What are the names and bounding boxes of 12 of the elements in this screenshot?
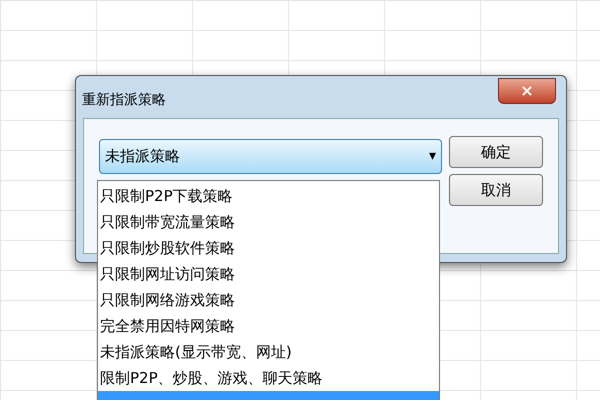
policy-dropdown[interactable]: 未指派策略 ▾ bbox=[99, 139, 442, 174]
list-item[interactable]: 限制P2P、炒股、游戏、聊天策略 bbox=[98, 365, 439, 391]
list-item[interactable]: 只限制网络游戏策略 bbox=[98, 287, 439, 313]
list-item[interactable]: 只限制P2P下载策略 bbox=[98, 183, 439, 209]
list-item[interactable]: 完全禁用因特网策略 bbox=[98, 313, 439, 339]
dialog-button[interactable]: 确定 bbox=[449, 136, 543, 168]
list-item[interactable]: 只限制炒股软件策略 bbox=[98, 235, 439, 261]
dialog-button[interactable]: 取消 bbox=[449, 174, 543, 206]
list-item[interactable]: 未指派策略(显示带宽、网址) bbox=[98, 339, 439, 365]
list-item[interactable]: 只限制带宽流量策略 bbox=[98, 209, 439, 235]
list-item[interactable]: 只限制网址访问策略 bbox=[98, 261, 439, 287]
window-title: 重新指派策略 bbox=[82, 91, 166, 110]
